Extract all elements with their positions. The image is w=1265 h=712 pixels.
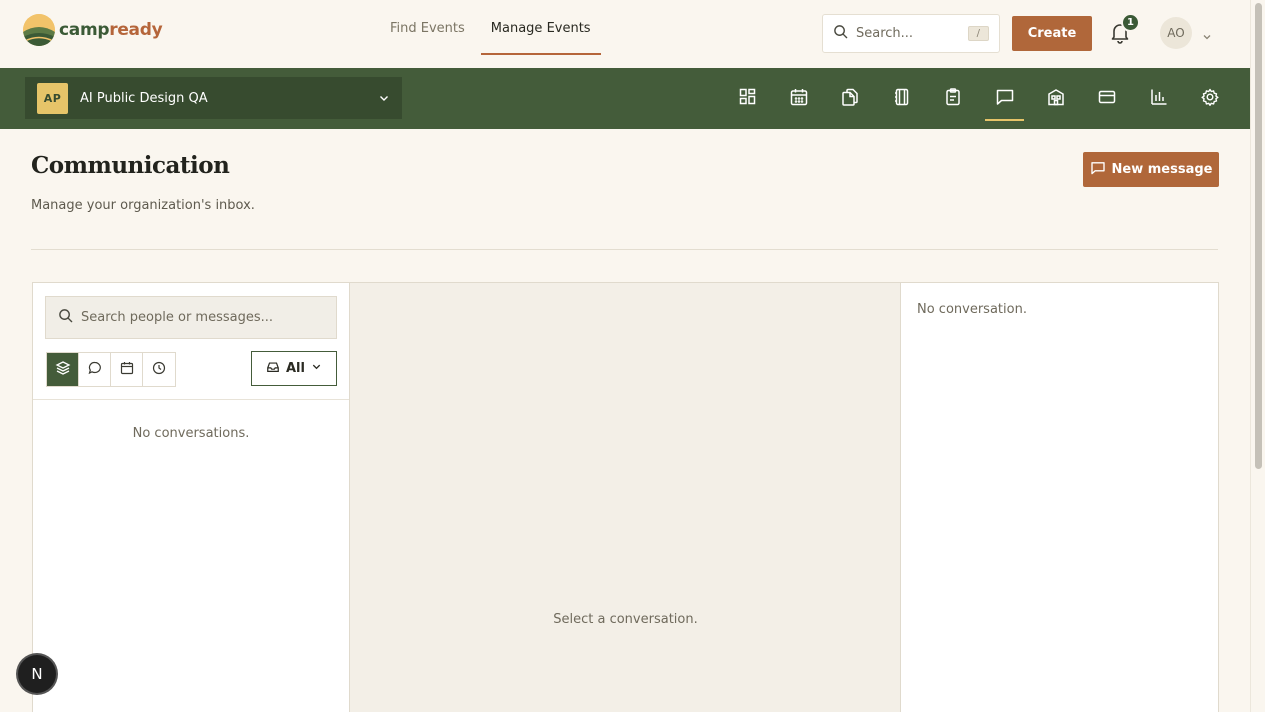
chevron-down-icon[interactable] xyxy=(1201,28,1213,40)
new-message-button[interactable]: New message xyxy=(1083,152,1219,187)
message-icon xyxy=(1090,160,1106,180)
inbox-icon xyxy=(266,360,280,378)
filter-scheduled[interactable] xyxy=(143,353,175,386)
inbox-panel: Search people or messages... All No conv… xyxy=(32,282,1219,712)
scrollbar-thumb[interactable] xyxy=(1255,3,1262,469)
calendar-icon xyxy=(789,87,809,111)
header-divider xyxy=(31,249,1218,250)
calendar-icon xyxy=(119,360,135,380)
page-scrollbar[interactable] xyxy=(1250,0,1265,712)
conversation-search-placeholder: Search people or messages... xyxy=(81,310,274,325)
notebook-icon xyxy=(892,87,912,111)
org-initials-badge: AP xyxy=(37,82,68,114)
tool-billing[interactable] xyxy=(1082,68,1133,129)
global-search-input[interactable]: Search... / xyxy=(822,14,1000,53)
message-thread: Select a conversation. xyxy=(350,283,901,712)
clock-icon xyxy=(151,360,167,380)
chevron-down-icon xyxy=(378,89,390,108)
tool-dashboard[interactable] xyxy=(722,68,773,129)
avatar[interactable]: AO xyxy=(1160,17,1192,49)
message-icon xyxy=(995,87,1015,111)
tool-communication[interactable] xyxy=(979,68,1030,129)
search-placeholder: Search... xyxy=(856,26,914,41)
empty-thread-text: Select a conversation. xyxy=(553,612,698,627)
pages-icon xyxy=(840,87,860,111)
tool-venues[interactable] xyxy=(1030,68,1081,129)
create-button[interactable]: Create xyxy=(1012,16,1092,51)
organization-bar: AP AI Public Design QA xyxy=(0,68,1250,129)
nav-manage-events[interactable]: Manage Events xyxy=(480,0,601,56)
top-header: campready Find Events Manage Events Sear… xyxy=(0,0,1250,68)
brand-name: campready xyxy=(59,20,163,40)
conversation-type-filters xyxy=(46,352,176,387)
filter-messages[interactable] xyxy=(79,353,111,386)
dev-tools-badge[interactable]: N xyxy=(18,655,56,693)
dashboard-icon xyxy=(738,87,758,111)
tool-notebook[interactable] xyxy=(876,68,927,129)
notification-count-badge: 1 xyxy=(1121,13,1140,32)
inbox-filter-label: All xyxy=(286,361,305,376)
chat-bubble-icon xyxy=(87,360,103,380)
logo-icon xyxy=(23,14,55,46)
settings-icon xyxy=(1200,87,1220,111)
brand-name-part1: camp xyxy=(59,20,110,40)
search-icon xyxy=(58,308,73,327)
tool-analytics[interactable] xyxy=(1133,68,1184,129)
conversation-details: No conversation. xyxy=(901,283,1218,712)
tool-calendar[interactable] xyxy=(773,68,824,129)
conversation-search-input[interactable]: Search people or messages... xyxy=(45,296,337,339)
nav-find-events[interactable]: Find Events xyxy=(380,0,475,56)
organization-selector[interactable]: AP AI Public Design QA xyxy=(25,77,402,119)
clipboard-icon xyxy=(943,87,963,111)
org-name: AI Public Design QA xyxy=(80,90,208,106)
empty-details-text: No conversation. xyxy=(917,302,1027,317)
card-icon xyxy=(1097,87,1117,111)
search-shortcut: / xyxy=(967,26,989,41)
tool-settings[interactable] xyxy=(1185,68,1236,129)
tool-pages[interactable] xyxy=(825,68,876,129)
top-nav: Find Events Manage Events xyxy=(380,0,607,56)
page-title: Communication xyxy=(31,152,230,179)
building-icon xyxy=(1046,87,1066,111)
layers-icon xyxy=(55,360,71,380)
list-divider xyxy=(33,399,349,400)
chart-icon xyxy=(1149,87,1169,111)
page-subtitle: Manage your organization's inbox. xyxy=(31,198,255,213)
search-icon xyxy=(833,24,848,43)
filter-all-types[interactable] xyxy=(47,353,79,386)
logo[interactable]: campready xyxy=(23,14,163,46)
org-toolbar xyxy=(722,68,1236,129)
conversation-list: Search people or messages... All No conv… xyxy=(33,283,350,712)
new-message-label: New message xyxy=(1111,162,1213,177)
brand-name-part2: ready xyxy=(109,20,163,40)
empty-conversations-text: No conversations. xyxy=(132,426,250,441)
tool-clipboard[interactable] xyxy=(928,68,979,129)
chevron-down-icon xyxy=(311,361,322,376)
inbox-filter-dropdown[interactable]: All xyxy=(251,351,337,386)
filter-events[interactable] xyxy=(111,353,143,386)
